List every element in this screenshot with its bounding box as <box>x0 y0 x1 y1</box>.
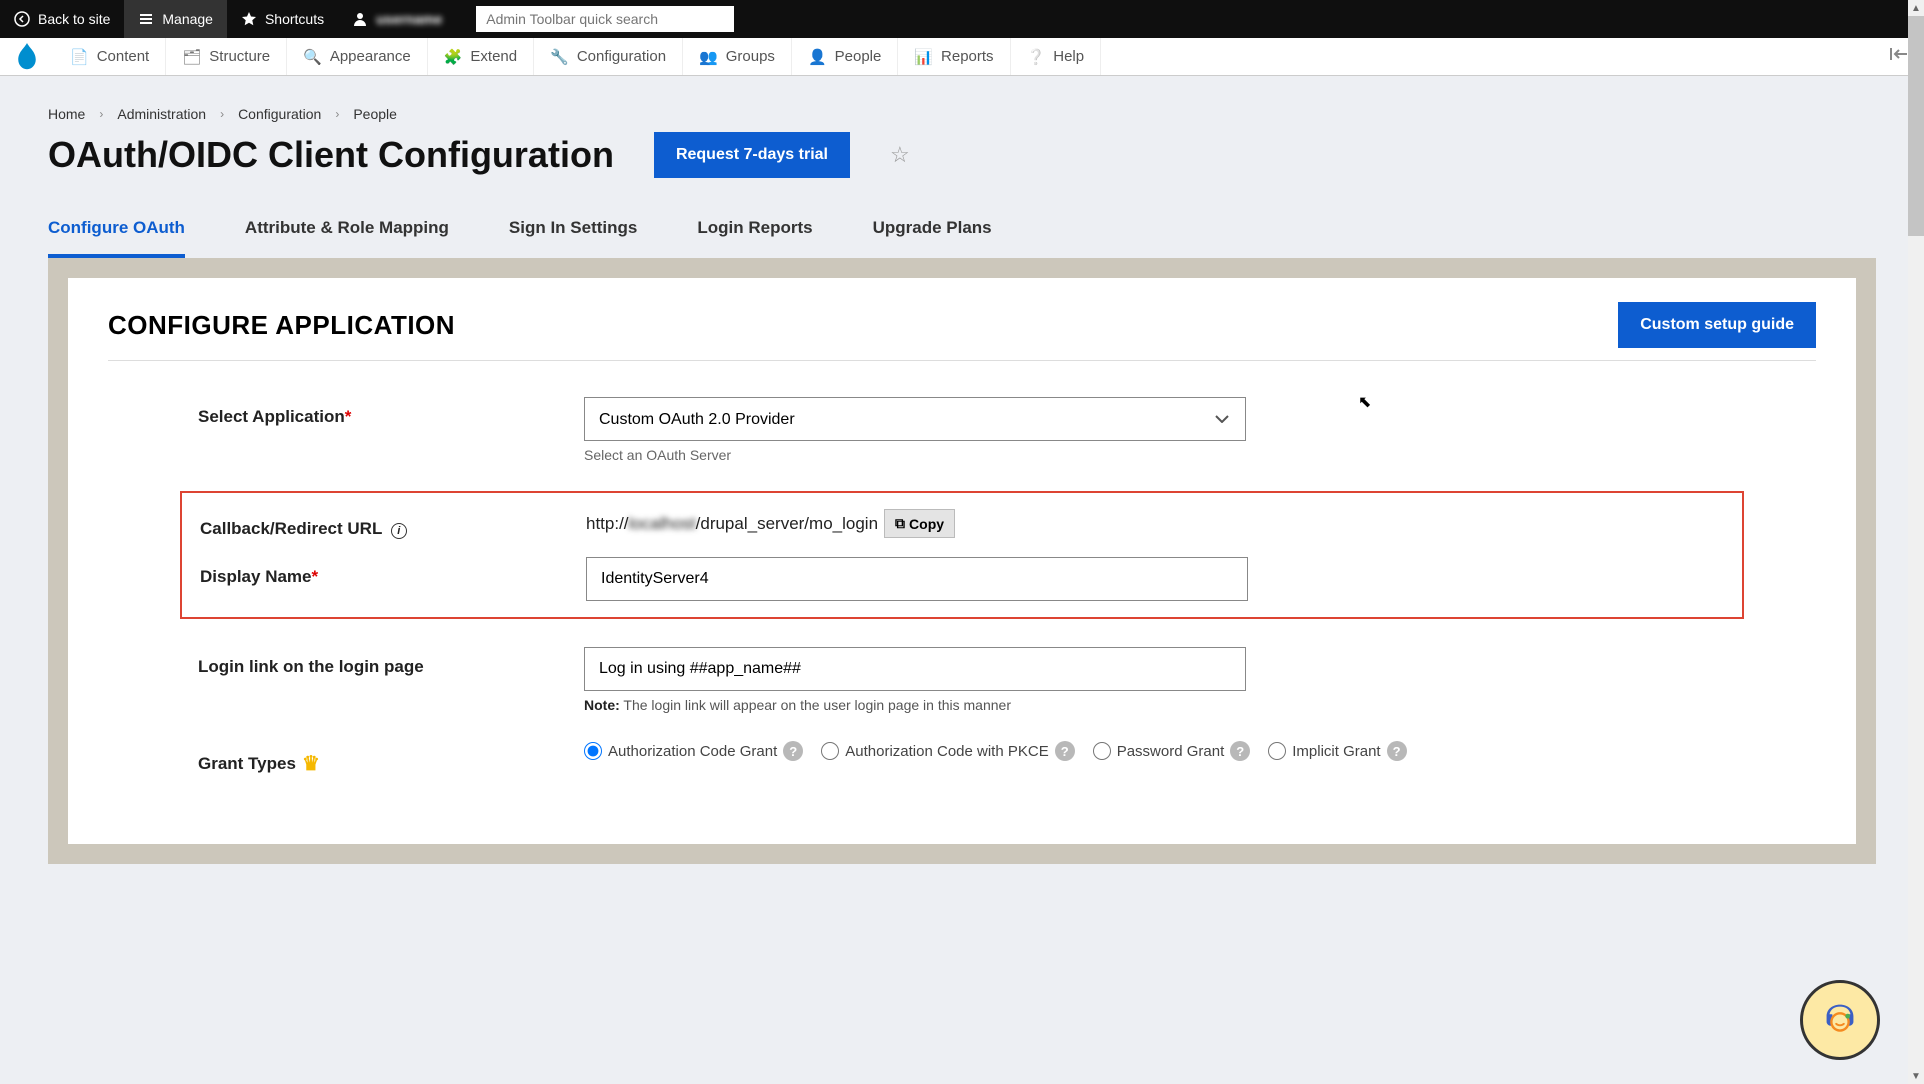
person-icon: 👤 <box>808 48 827 66</box>
login-link-note: Note: The login link will appear on the … <box>584 697 1816 713</box>
tab-upgrade-plans[interactable]: Upgrade Plans <box>873 206 992 258</box>
crumb-admin[interactable]: Administration <box>117 106 206 122</box>
shortcuts-link[interactable]: Shortcuts <box>227 0 338 38</box>
request-trial-button[interactable]: Request 7-days trial <box>654 132 850 178</box>
grant-auth-code-pkce[interactable]: Authorization Code with PKCE ? <box>821 741 1074 761</box>
admin-search-input[interactable] <box>476 6 734 32</box>
back-to-site-link[interactable]: Back to site <box>0 0 124 38</box>
scrollbar[interactable]: ▲ ▼ <box>1908 0 1924 1084</box>
crown-icon: ♛ <box>302 751 320 776</box>
file-icon: 📄 <box>70 48 89 66</box>
hamburger-icon <box>138 11 154 27</box>
select-application-label: Select Application* <box>198 397 584 427</box>
nav-configuration[interactable]: 🔧Configuration <box>534 38 683 75</box>
panel-wrapper: CONFIGURE APPLICATION Custom setup guide… <box>48 258 1876 864</box>
help-icon: ❔ <box>1027 48 1046 66</box>
row-login-link: Login link on the login page Note: The l… <box>108 647 1816 713</box>
manage-label: Manage <box>162 11 213 27</box>
back-label: Back to site <box>38 11 110 27</box>
callback-url-value: http://localhost/drupal_server/mo_login <box>586 514 878 534</box>
wrench2-icon: 🔧 <box>550 48 569 66</box>
chevron-right-icon: › <box>220 107 224 121</box>
crumb-people[interactable]: People <box>353 106 397 122</box>
shortcuts-label: Shortcuts <box>265 11 324 27</box>
login-link-input[interactable] <box>584 647 1246 691</box>
nav-extend[interactable]: 🧩Extend <box>428 38 534 75</box>
display-name-input[interactable] <box>586 557 1248 601</box>
sitemap-icon: 🗂 <box>182 48 201 66</box>
grant-pkce-radio[interactable] <box>821 742 839 760</box>
chart-icon: 📊 <box>914 48 933 66</box>
admin-menu: 📄Content 🗂Structure 🔍Appearance 🧩Extend … <box>0 38 1924 76</box>
breadcrumb: Home › Administration › Configuration › … <box>48 106 1876 122</box>
row-select-application: Select Application* Custom OAuth 2.0 Pro… <box>108 397 1816 463</box>
crumb-config[interactable]: Configuration <box>238 106 321 122</box>
crumb-home[interactable]: Home <box>48 106 85 122</box>
star-icon <box>241 11 257 27</box>
arrow-left-circle-icon <box>14 11 30 27</box>
copy-icon: ⧉ <box>895 515 905 532</box>
tab-attribute-mapping[interactable]: Attribute & Role Mapping <box>245 206 449 258</box>
help-badge-icon[interactable]: ? <box>783 741 803 761</box>
display-name-label: Display Name* <box>200 557 586 587</box>
drupal-logo[interactable] <box>0 43 54 71</box>
configure-application-panel: CONFIGURE APPLICATION Custom setup guide… <box>68 278 1856 844</box>
grant-auth-code[interactable]: Authorization Code Grant ? <box>584 741 803 761</box>
wrench-icon: 🔍 <box>303 48 322 66</box>
tab-signin-settings[interactable]: Sign In Settings <box>509 206 637 258</box>
help-badge-icon[interactable]: ? <box>1387 741 1407 761</box>
help-badge-icon[interactable]: ? <box>1230 741 1250 761</box>
favorite-star-icon[interactable]: ☆ <box>890 142 910 168</box>
nav-people[interactable]: 👤People <box>792 38 898 75</box>
scroll-down-arrow[interactable]: ▼ <box>1908 1068 1924 1084</box>
row-callback-url: Callback/Redirect URL i http://localhost… <box>182 509 1742 539</box>
config-tabs: Configure OAuth Attribute & Role Mapping… <box>48 206 1876 258</box>
puzzle-icon: 🧩 <box>444 48 463 66</box>
nav-groups[interactable]: 👥Groups <box>683 38 792 75</box>
admin-toolbar: Back to site Manage Shortcuts username <box>0 0 1924 38</box>
nav-structure[interactable]: 🗂Structure <box>166 38 287 75</box>
nav-reports[interactable]: 📊Reports <box>898 38 1010 75</box>
toolbar-search <box>476 6 734 32</box>
grant-implicit-radio[interactable] <box>1268 742 1286 760</box>
callback-url-label: Callback/Redirect URL i <box>200 509 586 539</box>
nav-help[interactable]: ❔Help <box>1011 38 1102 75</box>
user-name: username <box>376 11 442 27</box>
scroll-thumb[interactable] <box>1908 16 1924 236</box>
groups-icon: 👥 <box>699 48 718 66</box>
user-icon <box>352 11 368 27</box>
tab-configure-oauth[interactable]: Configure OAuth <box>48 206 185 258</box>
custom-setup-guide-button[interactable]: Custom setup guide <box>1618 302 1816 348</box>
grant-password[interactable]: Password Grant ? <box>1093 741 1251 761</box>
scroll-up-arrow[interactable]: ▲ <box>1908 0 1924 16</box>
highlighted-section: Callback/Redirect URL i http://localhost… <box>180 491 1744 619</box>
nav-appearance[interactable]: 🔍Appearance <box>287 38 428 75</box>
row-grant-types: Grant Types ♛ Authorization Code Grant ?… <box>108 741 1816 776</box>
grant-types-label: Grant Types ♛ <box>198 741 584 776</box>
help-badge-icon[interactable]: ? <box>1055 741 1075 761</box>
chevron-right-icon: › <box>99 107 103 121</box>
grant-password-radio[interactable] <box>1093 742 1111 760</box>
select-application-dropdown[interactable]: Custom OAuth 2.0 Provider <box>584 397 1246 441</box>
user-menu[interactable]: username <box>338 0 456 38</box>
copy-button[interactable]: ⧉ Copy <box>884 509 955 538</box>
login-link-label: Login link on the login page <box>198 647 584 677</box>
select-application-hint: Select an OAuth Server <box>584 447 1816 463</box>
support-chat-button[interactable] <box>1800 980 1880 1060</box>
page-title-row: OAuth/OIDC Client Configuration Request … <box>48 132 1876 178</box>
row-display-name: Display Name* <box>182 557 1742 601</box>
page-title: OAuth/OIDC Client Configuration <box>48 134 614 176</box>
tab-login-reports[interactable]: Login Reports <box>697 206 812 258</box>
grant-auth-code-radio[interactable] <box>584 742 602 760</box>
panel-heading: CONFIGURE APPLICATION <box>108 310 455 341</box>
chevron-right-icon: › <box>335 107 339 121</box>
nav-content[interactable]: 📄Content <box>54 38 166 75</box>
info-icon[interactable]: i <box>391 523 407 539</box>
grant-implicit[interactable]: Implicit Grant ? <box>1268 741 1406 761</box>
manage-link[interactable]: Manage <box>124 0 227 38</box>
